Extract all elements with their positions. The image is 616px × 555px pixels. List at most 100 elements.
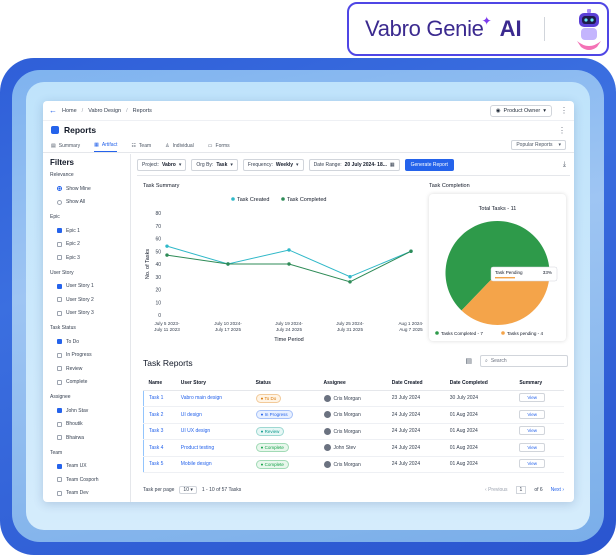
y-tick-label: 10 xyxy=(155,300,161,306)
breadcrumb-home[interactable]: Home xyxy=(62,108,77,114)
task-name-link[interactable]: Task 2 xyxy=(142,406,176,424)
filter-option[interactable]: John Stav xyxy=(50,404,123,418)
view-button[interactable]: View xyxy=(519,393,546,403)
user-story-link[interactable]: UI design xyxy=(175,406,251,424)
checkbox[interactable] xyxy=(57,463,62,469)
task-name-link[interactable]: Task 3 xyxy=(142,423,176,440)
filter-option[interactable]: Show All xyxy=(50,196,123,210)
column-header[interactable]: User Story xyxy=(175,376,251,391)
checkbox[interactable] xyxy=(57,490,62,496)
checkbox[interactable] xyxy=(57,241,62,247)
filter-option[interactable]: User Story 2 xyxy=(50,293,123,307)
search-input[interactable]: ⌕ Search xyxy=(480,355,568,367)
filter-option[interactable]: Team Cosporh xyxy=(50,473,123,487)
filter-option[interactable]: Complete xyxy=(50,376,123,390)
radio-button[interactable] xyxy=(57,199,62,205)
y-tick-label: 30 xyxy=(155,275,161,281)
checkbox[interactable] xyxy=(57,352,62,358)
column-header[interactable]: Date Created xyxy=(386,376,445,391)
checkbox[interactable] xyxy=(57,379,62,385)
more-options-icon[interactable]: ⋮ xyxy=(558,126,566,135)
view-button[interactable]: View xyxy=(519,409,546,419)
search-placeholder: Search xyxy=(490,358,507,364)
tab-team[interactable]: ☷ Team xyxy=(131,143,151,152)
legend-marker xyxy=(435,331,439,335)
column-header[interactable]: Name xyxy=(143,376,176,391)
checkbox[interactable] xyxy=(57,421,62,427)
checkbox[interactable] xyxy=(57,283,62,289)
date-label: Date Range: xyxy=(313,161,342,168)
checkbox[interactable] xyxy=(57,435,62,441)
column-header[interactable]: Summary xyxy=(514,376,564,391)
tab-artifact[interactable]: ▦ Artifact xyxy=(94,142,118,152)
filter-option[interactable]: Epic 1 xyxy=(50,224,123,238)
filter-option[interactable]: User Story 1 xyxy=(50,280,123,294)
view-button[interactable]: View xyxy=(519,426,546,436)
project-select[interactable]: Project: Vabro ▾ xyxy=(137,158,187,171)
tab-forms[interactable]: ▭ Forms xyxy=(208,143,230,152)
org-by-select[interactable]: Org By: Task ▾ xyxy=(191,158,238,171)
reports-icon xyxy=(51,126,59,134)
checkbox[interactable] xyxy=(57,408,62,414)
filter-option-label: Bhoutik xyxy=(66,421,83,428)
assignee-name: Cris Morgan xyxy=(333,428,361,435)
column-header[interactable]: Assignee xyxy=(318,376,387,391)
breadcrumb-project[interactable]: Vabro Design xyxy=(88,108,121,114)
role-select[interactable]: ◉ Product Owner ▾ xyxy=(489,104,552,117)
assignee-cell: Cris Morgan xyxy=(318,456,387,473)
filter-option[interactable]: To Do xyxy=(50,335,123,349)
popular-reports-select[interactable]: Popular Reports ▾ xyxy=(511,140,566,150)
per-page-select[interactable]: 10 ▾ xyxy=(179,486,197,494)
popular-reports-label: Popular Reports xyxy=(516,142,553,148)
more-icon[interactable]: ⋮ xyxy=(560,106,568,115)
checkbox[interactable] xyxy=(57,477,62,483)
checkbox[interactable] xyxy=(57,339,62,345)
download-icon[interactable]: ⤓ xyxy=(563,161,566,169)
generate-report-button[interactable]: Generate Report xyxy=(404,158,454,171)
filter-option[interactable]: User Story 3 xyxy=(50,307,123,321)
filter-option[interactable]: Bhairwa xyxy=(50,431,123,445)
frequency-select[interactable]: Frequency: Weekly ▾ xyxy=(242,158,304,171)
previous-button[interactable]: ‹ Previous xyxy=(485,487,508,493)
view-button[interactable]: View xyxy=(519,442,546,452)
filter-option[interactable]: Epic 2 xyxy=(50,238,123,252)
back-arrow-icon[interactable]: ← xyxy=(49,106,57,115)
task-name-link[interactable]: Task 5 xyxy=(142,456,176,473)
x-tick-label: July 17 2025 xyxy=(215,327,241,332)
checkbox[interactable] xyxy=(57,366,62,372)
tab-individual[interactable]: ♙ Individual xyxy=(165,143,194,152)
user-story-link[interactable]: Vabro main design xyxy=(175,390,251,407)
filter-option[interactable]: Bhoutik xyxy=(50,418,123,432)
radio-button[interactable] xyxy=(57,186,62,192)
filter-option[interactable]: Review xyxy=(50,362,123,376)
user-story-link[interactable]: Mobile design xyxy=(175,456,251,473)
task-name-link[interactable]: Task 4 xyxy=(142,439,176,457)
org-label: Org By: xyxy=(196,161,214,168)
filters-sidebar: Filters Relevance Show Mine Show All Epic Ep… xyxy=(43,154,131,502)
page-number-input[interactable]: 1 xyxy=(515,486,527,494)
brand-ai: AI xyxy=(499,16,522,41)
user-story-link[interactable]: Product testing xyxy=(175,439,251,457)
column-header[interactable]: Date Completed xyxy=(444,376,515,391)
checkbox[interactable] xyxy=(57,310,62,316)
filter-option[interactable]: Team UX xyxy=(50,460,123,474)
column-header[interactable]: Status xyxy=(250,376,319,391)
task-name-link[interactable]: Task 1 xyxy=(142,390,176,407)
view-button[interactable]: View xyxy=(519,459,546,469)
date-range-select[interactable]: Date Range: 20 July 2024- 18... ▦ xyxy=(308,158,400,171)
tab-summary[interactable]: ▤ Summary xyxy=(51,143,80,152)
checkbox[interactable] xyxy=(57,255,62,261)
next-button[interactable]: Next › xyxy=(551,487,564,493)
checkbox[interactable] xyxy=(57,228,62,234)
filter-option[interactable]: Team Dev xyxy=(50,487,123,501)
user-story-link[interactable]: UI UX design xyxy=(175,423,251,440)
columns-icon[interactable]: ▤ xyxy=(465,357,472,365)
x-axis-label: Time Period xyxy=(274,337,303,343)
filter-option[interactable]: In Progress xyxy=(50,349,123,363)
legend-label: Tasks pending - 4 xyxy=(507,331,543,336)
filter-option[interactable]: Show Mine xyxy=(50,182,123,196)
checkbox[interactable] xyxy=(57,297,62,303)
filter-option-label: User Story 2 xyxy=(66,296,94,303)
filter-option[interactable]: Epic 3 xyxy=(50,251,123,265)
top-bar: ← Home / Vabro Design / Reports ◉ Produc… xyxy=(43,101,574,121)
